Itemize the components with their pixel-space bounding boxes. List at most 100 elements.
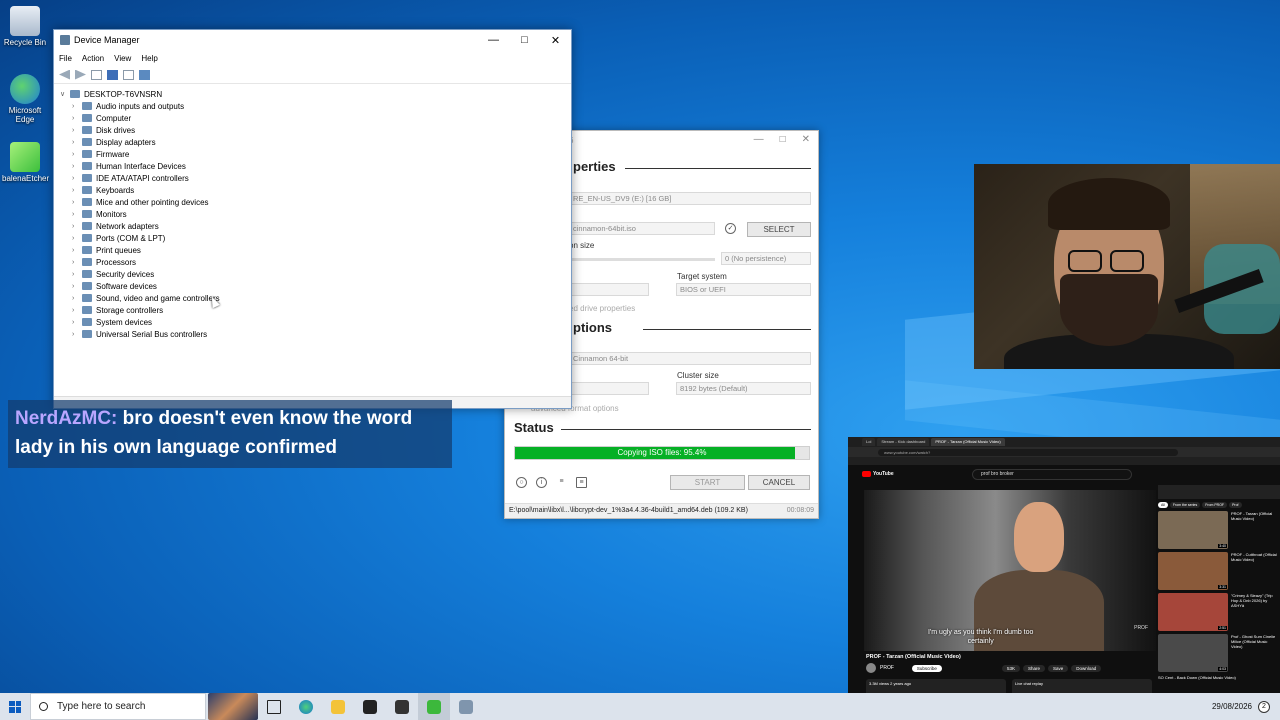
persistence-slider[interactable]: [569, 258, 715, 261]
tree-category[interactable]: › Audio inputs and outputs: [60, 100, 571, 112]
maximize-icon[interactable]: □: [509, 34, 540, 47]
now-playing-card[interactable]: [1158, 485, 1280, 499]
task-view-icon[interactable]: [258, 693, 290, 720]
recommendation-title[interactable]: SO Cent - Back Down (Official Music Vide…: [1158, 675, 1278, 680]
tree-category[interactable]: › Firmware: [60, 148, 571, 160]
like-button[interactable]: 53K: [1002, 665, 1021, 672]
close-icon[interactable]: ✕: [540, 34, 571, 47]
video-thumbnail[interactable]: 4:03: [1158, 634, 1228, 672]
desktop-icon-balena-etcher[interactable]: balenaEtcher: [2, 142, 49, 183]
forward-icon[interactable]: [75, 69, 86, 80]
tree-category[interactable]: › IDE ATA/ATAPI controllers: [60, 172, 571, 184]
expand-icon[interactable]: ›: [72, 319, 82, 326]
start-button[interactable]: START: [670, 475, 745, 490]
desktop-icon-recycle-bin[interactable]: Recycle Bin: [2, 6, 48, 47]
drive-properties-toggle[interactable]: ed drive properties: [569, 304, 635, 313]
youtube-logo[interactable]: YouTube: [862, 471, 894, 477]
expand-icon[interactable]: ›: [72, 235, 82, 242]
expand-icon[interactable]: ›: [72, 115, 82, 122]
video-thumbnail[interactable]: 2:51: [1158, 593, 1228, 631]
monitor-icon[interactable]: [139, 69, 150, 80]
close-icon[interactable]: ✕: [802, 134, 810, 145]
select-button[interactable]: SELECT: [747, 222, 811, 237]
expand-icon[interactable]: ›: [72, 103, 82, 110]
taskbar-search-input[interactable]: Type here to search: [30, 693, 206, 720]
tree-category[interactable]: › Processors: [60, 256, 571, 268]
video-thumbnail[interactable]: 3:31: [1158, 552, 1228, 590]
start-button[interactable]: [0, 693, 30, 720]
expand-icon[interactable]: ›: [72, 199, 82, 206]
url-field[interactable]: www.youtube.com/watch?: [878, 448, 1178, 456]
device-manager-taskbar-icon[interactable]: [450, 693, 482, 720]
mail-icon[interactable]: [386, 693, 418, 720]
menu-file[interactable]: File: [59, 54, 72, 63]
tree-category[interactable]: › Security devices: [60, 268, 571, 280]
tree-category[interactable]: › Human Interface Devices: [60, 160, 571, 172]
tree-root[interactable]: ∨ DESKTOP-T6VNSRN: [60, 88, 571, 100]
tree-category[interactable]: › Keyboards: [60, 184, 571, 196]
subscribe-button[interactable]: Subscribe: [911, 664, 942, 672]
browser-tab-active[interactable]: PROF - Tarzan (Official Music Video): [931, 438, 1005, 446]
volume-label-field[interactable]: Cinnamon 64-bit: [569, 352, 811, 365]
expand-icon[interactable]: ›: [72, 211, 82, 218]
expand-icon[interactable]: ›: [72, 175, 82, 182]
expand-icon[interactable]: ›: [72, 271, 82, 278]
expand-icon[interactable]: ›: [72, 163, 82, 170]
menu-view[interactable]: View: [114, 54, 131, 63]
settings-icon[interactable]: ≡: [556, 477, 567, 488]
clock-date[interactable]: 29/08/2026: [1212, 702, 1252, 711]
tree-category[interactable]: › Network adapters: [60, 220, 571, 232]
expand-icon[interactable]: ›: [72, 295, 82, 302]
balena-etcher-taskbar-icon[interactable]: [418, 693, 450, 720]
notification-badge[interactable]: 2: [1258, 700, 1270, 713]
persistence-value[interactable]: 0 (No persistence): [721, 252, 811, 265]
desktop-icon-edge[interactable]: Microsoft Edge: [2, 74, 48, 124]
collapse-icon[interactable]: ∨: [60, 90, 70, 98]
video-player[interactable]: I'm ugly as you think I'm dumb too certa…: [864, 490, 1156, 651]
expand-icon[interactable]: ›: [72, 151, 82, 158]
tree-category[interactable]: › Storage controllers: [60, 304, 571, 316]
minimize-icon[interactable]: —: [754, 134, 764, 145]
expand-icon[interactable]: ›: [72, 283, 82, 290]
target-system-select[interactable]: BIOS or UEFI: [676, 283, 811, 296]
browser-tab[interactable]: Stream - Kick dashboard: [877, 438, 930, 446]
maximize-icon[interactable]: □: [780, 134, 786, 145]
expand-icon[interactable]: ›: [72, 331, 82, 338]
download-button[interactable]: Download: [1071, 665, 1102, 672]
tree-category[interactable]: › Disk drives: [60, 124, 571, 136]
store-icon[interactable]: [354, 693, 386, 720]
boot-selection-select[interactable]: cinnamon-64bit.iso: [569, 222, 715, 235]
expand-icon[interactable]: ›: [72, 139, 82, 146]
tree-category[interactable]: › Mice and other pointing devices: [60, 196, 571, 208]
chip[interactable]: Prof: [1229, 502, 1242, 508]
video-thumbnail[interactable]: 3:40: [1158, 511, 1228, 549]
edge-taskbar-icon[interactable]: [290, 693, 322, 720]
tree-category[interactable]: › Ports (COM & LPT): [60, 232, 571, 244]
channel-name[interactable]: PROF: [880, 665, 894, 671]
expand-icon[interactable]: ›: [72, 307, 82, 314]
cancel-button[interactable]: CANCEL: [748, 475, 810, 490]
recommendation-item[interactable]: 3:31 PROF - Cutthroat (Official Music Vid…: [1158, 552, 1280, 590]
save-button[interactable]: Save: [1048, 665, 1069, 672]
tree-category[interactable]: › Software devices: [60, 280, 571, 292]
news-widget[interactable]: [208, 693, 258, 720]
tree-category[interactable]: › Print queues: [60, 244, 571, 256]
globe-icon[interactable]: ○: [516, 477, 527, 488]
tree-category[interactable]: › Monitors: [60, 208, 571, 220]
channel-avatar[interactable]: [866, 663, 876, 673]
info-icon[interactable]: i: [536, 477, 547, 488]
file-explorer-icon[interactable]: [322, 693, 354, 720]
help-icon[interactable]: [107, 69, 118, 80]
chip[interactable]: From the series: [1169, 502, 1201, 508]
title-bar[interactable]: Device Manager — □ ✕: [54, 30, 571, 50]
recommendation-item[interactable]: 2:51 "Crimey & Sleazy" (Trip Hop & Dnb 20…: [1158, 593, 1280, 631]
browser-tab[interactable]: Lol: [862, 438, 876, 446]
expand-icon[interactable]: ›: [72, 247, 82, 254]
cluster-size-select[interactable]: 8192 bytes (Default): [676, 382, 811, 395]
tree-category[interactable]: › Sound, video and game controllers: [60, 292, 571, 304]
minimize-icon[interactable]: —: [478, 34, 509, 47]
expand-icon[interactable]: ›: [72, 127, 82, 134]
properties-icon[interactable]: [91, 69, 102, 80]
menu-help[interactable]: Help: [141, 54, 157, 63]
recommendation-item[interactable]: 4:03 Prof - Ghost Sum Cinelie Milice (Off…: [1158, 634, 1280, 672]
